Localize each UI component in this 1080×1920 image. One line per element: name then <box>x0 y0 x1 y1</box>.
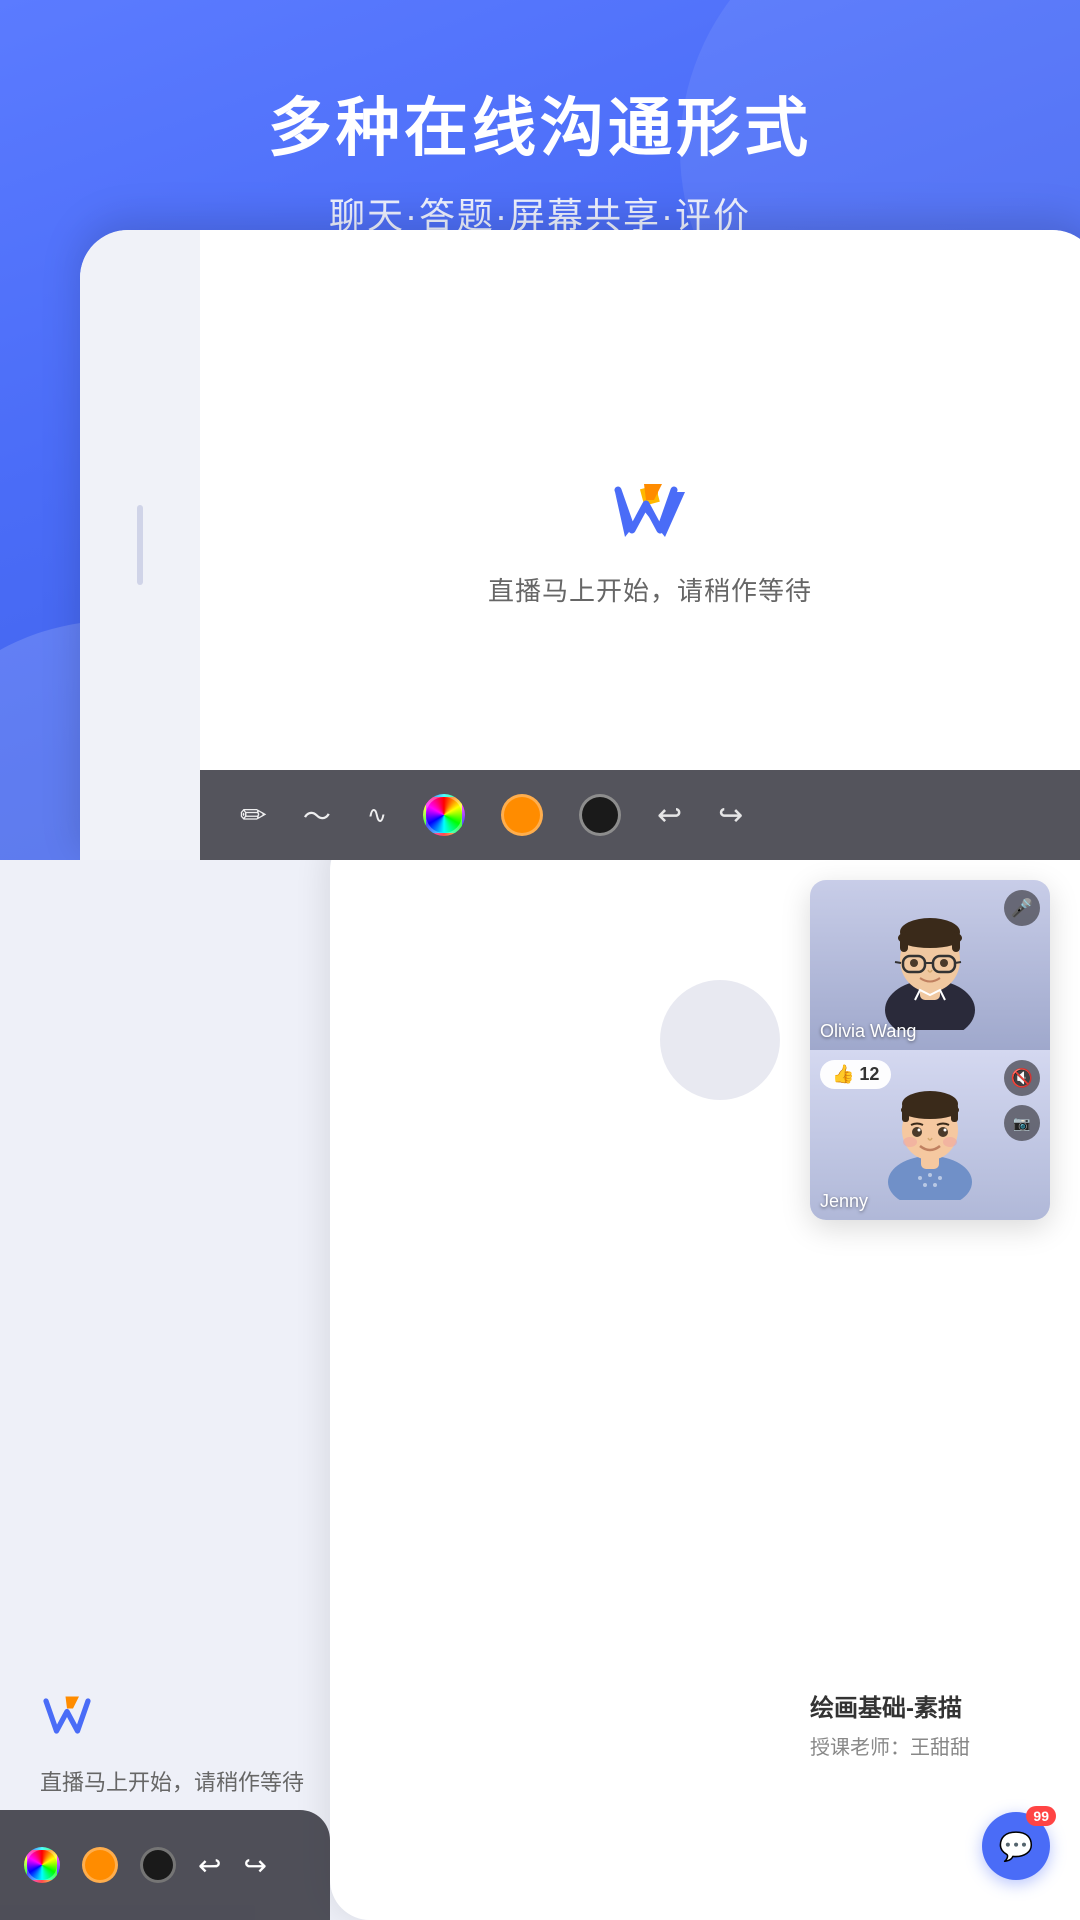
color-picker-orange[interactable] <box>501 794 543 836</box>
bottom-logo <box>40 1695 360 1745</box>
course-teacher: 授课老师：王甜甜 <box>810 1731 1050 1760</box>
brush-tool-2[interactable]: 〜 <box>303 795 331 835</box>
bottom-color-rainbow[interactable] <box>24 1847 60 1883</box>
bottom-waiting-text: 直播马上开始，请稍作等待 <box>40 1765 360 1800</box>
sidebar-handle <box>137 505 143 585</box>
app-logo <box>610 482 690 547</box>
tablet-toolbar: ✏ 〜 ∿ ↩ ↪ <box>200 770 1080 860</box>
mic-on-badge: 🎤 <box>1004 890 1040 926</box>
top-section: 多种在线沟通形式 聊天·答题·屏幕共享·评价 直播马上开始，请稍作等待 <box>0 0 1080 860</box>
bottom-undo-button[interactable]: ↩ <box>198 1849 221 1882</box>
bottom-color-orange[interactable] <box>82 1847 118 1883</box>
redo-button[interactable]: ↪ <box>718 798 743 833</box>
student-avatar <box>865 1070 995 1200</box>
brush-tool-3[interactable]: ∿ <box>367 801 387 830</box>
like-count: 12 <box>859 1064 879 1085</box>
teacher-name: Olivia Wang <box>820 1021 916 1042</box>
bottom-toolbar: ↩ ↪ <box>0 1810 330 1920</box>
course-title: 绘画基础-素描 <box>810 1688 1050 1723</box>
header-text: 多种在线沟通形式 聊天·答题·屏幕共享·评价 <box>0 0 1080 239</box>
teacher-label: 授课老师： <box>810 1737 910 1759</box>
tablet-mockup: 直播马上开始，请稍作等待 ✏ 〜 ∿ ↩ ↪ <box>80 230 1080 860</box>
bottom-color-black[interactable] <box>140 1847 176 1883</box>
teacher-avatar <box>865 900 995 1030</box>
chat-badge: 99 <box>1026 1806 1056 1826</box>
student-name: Jenny <box>820 1191 868 1212</box>
like-icon: 👍 <box>832 1064 854 1085</box>
cam-off-badge: 📷 <box>1004 1105 1040 1141</box>
teacher-video-panel: 🎤 Olivia Wang <box>810 880 1050 1050</box>
chat-button[interactable]: 💬 99 <box>982 1812 1050 1880</box>
tablet-sidebar <box>80 230 200 860</box>
mic-mute-badge: 🔇 <box>1004 1060 1040 1096</box>
like-badge: 👍 12 <box>820 1060 891 1089</box>
bottom-section: 直播马上开始，请稍作等待 ↩ ↪ <box>0 860 1080 1920</box>
header-title: 多种在线沟通形式 <box>0 90 1080 167</box>
student-video-panel: 👍 12 🔇 📷 Jenny <box>810 1050 1050 1220</box>
waiting-text: 直播马上开始，请稍作等待 <box>488 571 812 608</box>
bottom-left-content: 直播马上开始，请稍作等待 <box>40 920 360 1800</box>
color-picker-black[interactable] <box>579 794 621 836</box>
video-panels: 🎤 Olivia Wang <box>810 880 1050 1220</box>
bottom-redo-button[interactable]: ↪ <box>243 1849 266 1882</box>
course-info: 绘画基础-素描 授课老师：王甜甜 <box>810 1688 1050 1760</box>
color-picker-rainbow[interactable] <box>423 794 465 836</box>
tablet-inner: 直播马上开始，请稍作等待 <box>200 230 1080 860</box>
teacher-name-text: 王甜甜 <box>910 1737 970 1759</box>
chat-icon: 💬 <box>999 1830 1034 1863</box>
brush-tool-1[interactable]: ✏ <box>240 796 267 834</box>
decorative-circle <box>660 980 780 1100</box>
undo-button[interactable]: ↩ <box>657 798 682 833</box>
